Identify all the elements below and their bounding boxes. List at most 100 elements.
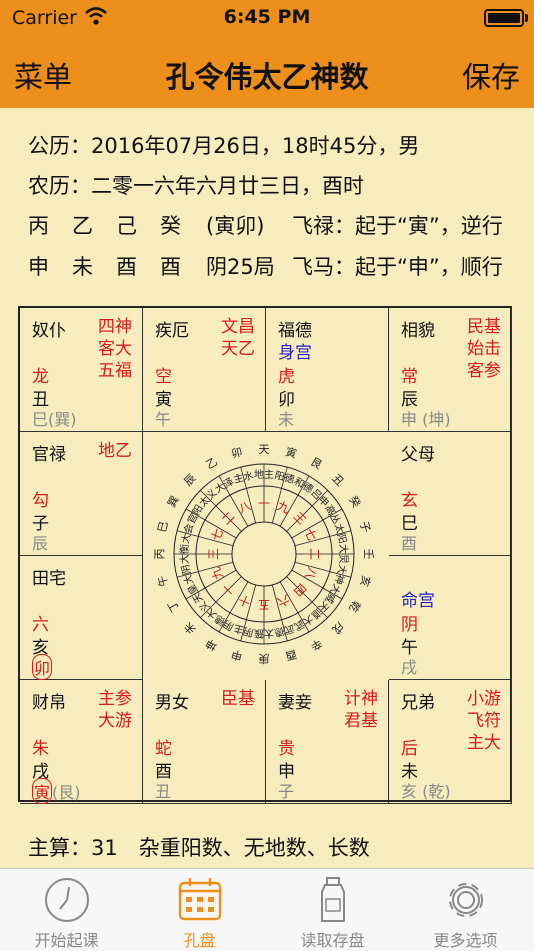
palace-star: 计神 <box>344 689 378 709</box>
palace-star: 客参 <box>467 361 501 381</box>
wheel-middle-label: 太簇 <box>254 627 274 640</box>
wheel-inner-label: 一 <box>258 497 270 511</box>
palace-cell[interactable]: 奴仆 四神 客大 五福龙丑巳(巽) <box>20 308 143 432</box>
palace-star: 天乙 <box>221 339 255 359</box>
save-button[interactable]: 保存 <box>462 54 520 96</box>
palace-extra: 辰 <box>32 530 48 554</box>
palace-extra: 寅 (艮) <box>32 778 81 804</box>
palace-name: 疾厄 <box>155 321 189 341</box>
palace-extra: 丑 <box>155 778 171 802</box>
wheel-outer-label: 巳 <box>155 520 170 534</box>
gear-icon <box>449 883 483 917</box>
palace-general: 朱 <box>32 739 49 759</box>
palace-star: 主大 <box>467 733 501 753</box>
palace-name: 父母 <box>401 445 435 465</box>
wheel-outer-label: 庚 <box>259 652 270 666</box>
stem-month: 乙 <box>72 214 93 238</box>
palace-cell[interactable]: 疾厄 文昌 天乙空寅午 <box>143 308 266 432</box>
wheel-outer-label: 寅 <box>284 444 298 460</box>
palace-special: 命宫 <box>401 591 435 611</box>
palace-cell[interactable]: 男女 臣基蛇酉丑 <box>143 680 266 804</box>
tab-kongpan[interactable]: 孔盘 <box>133 869 266 951</box>
wheel-outer-label: 未 <box>182 619 199 636</box>
tab-load[interactable]: 读取存盘 <box>266 869 399 951</box>
palace-star: 始击 <box>467 339 501 359</box>
tab-load-label: 读取存盘 <box>300 931 365 950</box>
wheel-outer-label: 乾 <box>346 598 363 614</box>
palace-star: 五福 <box>98 361 132 381</box>
palace-cell[interactable]: 妻妾 计神 君基贵申子 <box>266 680 389 804</box>
palace-cell[interactable]: 命宫阴午戌 <box>389 556 512 680</box>
palace-cell[interactable]: 田宅六亥卯 <box>20 556 143 680</box>
tab-start[interactable]: 开始起课 <box>0 869 133 951</box>
wheel-outer-label: 辛 <box>308 636 325 654</box>
wheel-outer-label: 癸 <box>346 493 364 510</box>
tab-more-label: 更多选项 <box>433 931 498 950</box>
palace-name: 兄弟 <box>401 693 435 713</box>
wheel-outer-label: 卯 <box>230 445 244 460</box>
wheel-outer-label: 戌 <box>329 619 346 636</box>
lunar-date: 农历：二零一六年六月廿三日，酉时 <box>28 174 364 198</box>
palace-cell[interactable]: 财帛 主参 大游朱戌寅 (艮) <box>20 680 143 804</box>
stems-extra: (寅卯) <box>206 214 265 238</box>
palace-star: 飞符 <box>467 711 501 731</box>
wheel-outer-label: 酉 <box>284 647 298 662</box>
palace-circled-branch: 卯 <box>32 654 53 680</box>
palace-extra: 申 (坤) <box>401 406 451 430</box>
branch-year: 申 <box>28 255 49 279</box>
palace-name: 男女 <box>155 693 189 713</box>
wheel-outer-label: 亥 <box>357 574 373 588</box>
wheel-inner-label: 九 <box>209 565 227 581</box>
palace-cell[interactable]: 福德 身宫虎卯未 <box>266 308 389 432</box>
palace-extra-text: 午 <box>155 410 172 429</box>
palace-extra-text: 子 <box>278 782 295 801</box>
palace-extra: 巳(巽) <box>32 406 77 430</box>
palace-cell[interactable]: 父母玄巳酉 <box>389 432 512 556</box>
palace-name: 奴仆 <box>32 321 66 341</box>
palace-extra-text: (艮) <box>52 783 81 802</box>
wheel-ring-inner <box>231 521 297 587</box>
palace-name: 田宅 <box>32 569 66 589</box>
nav-bar: 菜单 孔令伟太乙神数 保存 <box>0 36 534 108</box>
palace-star: 主参 <box>98 689 132 709</box>
palace-star: 四神 <box>98 317 132 337</box>
palace-stars: 臣基 <box>221 688 255 710</box>
wheel-inner-label: 三 <box>207 548 221 560</box>
palace-cell[interactable]: 相貌 民基 始击 客参常辰申 (坤) <box>389 308 512 432</box>
wheel-outer-label: 丙 <box>153 549 166 560</box>
palace-stars: 主参 大游 <box>98 688 132 732</box>
palace-circled-branch: 寅 <box>32 778 53 804</box>
wheel-outer-label: 艮 <box>308 455 324 472</box>
tab-kongpan-label: 孔盘 <box>183 931 216 950</box>
palace-extra: 戌 <box>401 654 417 678</box>
stem-year: 丙 <box>28 214 49 238</box>
wheel-outer-label: 巽 <box>165 494 182 510</box>
palace-extra: 子 <box>278 778 294 802</box>
palace-cell[interactable]: 兄弟 小游 飞符 主大后未亥 (乾) <box>389 680 512 804</box>
palace-cell[interactable]: 官禄 地乙勾子辰 <box>20 432 143 556</box>
status-time: 6:45 PM <box>223 6 311 28</box>
palace-stars: 民基 始击 客参 <box>467 316 501 382</box>
palace-general: 常 <box>401 367 418 387</box>
wheel-outer-label: 午 <box>155 574 170 588</box>
palace-extra-text: 亥 (乾) <box>401 782 451 801</box>
clock-icon <box>45 878 89 922</box>
wheel-middle-label: 武德 <box>273 622 296 640</box>
tab-more[interactable]: 更多选项 <box>399 869 532 951</box>
palace-extra: 午 <box>155 406 171 430</box>
bottle-icon <box>321 877 345 922</box>
wheel-outer-label: 辰 <box>182 472 199 489</box>
status-bar: Carrier 6:45 PM <box>0 0 534 36</box>
palace-stars: 四神 客大 五福 <box>98 316 132 382</box>
palace-extra: 酉 <box>401 530 417 554</box>
palace-general: 阴 <box>401 615 418 635</box>
palace-general: 龙 <box>32 367 49 387</box>
palace-name: 财帛 <box>32 693 66 713</box>
palace-stars: 计神 君基 <box>344 688 378 732</box>
wheel-inner-label: 八 <box>236 499 252 517</box>
wheel-outer-label: 坤 <box>203 636 220 654</box>
palace-extra: 卯 <box>32 654 53 680</box>
battery-tip <box>525 14 528 22</box>
wheel-inner-label: 八 <box>302 565 320 581</box>
wheel-outer-label: 壬 <box>362 549 375 560</box>
